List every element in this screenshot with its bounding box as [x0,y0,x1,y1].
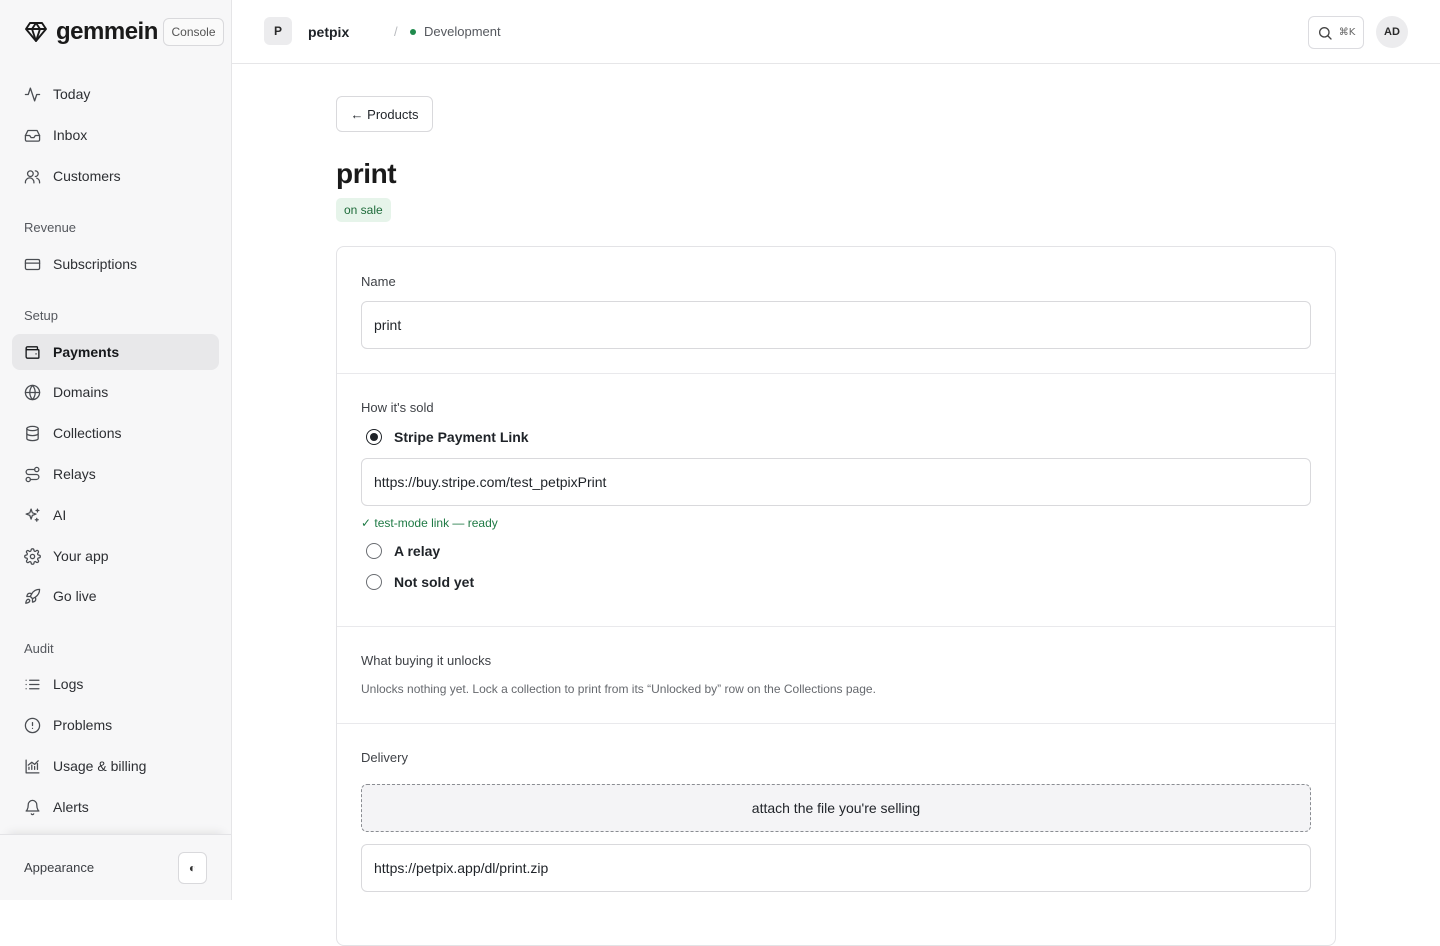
sidebar-item-alerts[interactable]: Alerts [12,789,219,825]
contrast-icon: ◐ [188,861,197,875]
wallet-icon [24,344,41,361]
name-label: Name [361,274,396,289]
search-icon [1318,26,1332,40]
sidebar-footer: Appearance ◐ [0,834,231,900]
sidebar-item-payments[interactable]: Payments [12,334,219,370]
sidebar-item-label: Customers [53,168,121,184]
sidebar-item-label: Collections [53,425,122,441]
search-button[interactable]: ⌘K [1308,16,1364,49]
breadcrumb-separator: / [394,24,398,39]
sidebar-item-label: Relays [53,466,96,482]
sidebar-item-label: Payments [53,344,120,360]
attach-file-dropzone[interactable]: attach the file you're selling [361,784,1311,832]
sidebar-item-usage-billing[interactable]: Usage & billing [12,748,219,784]
environment-status-dot [410,29,416,35]
list-icon [24,676,41,693]
rocket-icon [24,588,41,605]
download-url-input[interactable] [361,844,1311,892]
topbar: P petpix / Development ⌘K AD [232,0,1440,64]
link-status-text: ✓ test-mode link — ready [361,516,498,530]
option-relay[interactable]: A relay [366,543,440,559]
sidebar-item-label: Usage & billing [53,758,147,774]
bell-icon [24,799,41,816]
globe-icon [24,384,41,401]
option-label: Stripe Payment Link [394,429,529,445]
section-divider [337,626,1335,627]
sidebar-item-relays[interactable]: Relays [12,456,219,492]
option-stripe-payment-link[interactable]: Stripe Payment Link [366,429,529,445]
option-label: A relay [394,543,441,559]
route-icon [24,466,41,483]
user-avatar[interactable]: AD [1376,16,1408,48]
sidebar-item-your-app[interactable]: Your app [12,538,219,574]
gem-logo-icon [25,22,47,42]
brand-name: gemmein [56,18,158,45]
back-to-products-button[interactable]: ← Products [336,96,433,132]
sidebar-item-label: Subscriptions [53,256,138,272]
status-badge: on sale [336,198,391,222]
sidebar-item-go-live[interactable]: Go live [12,578,219,614]
sidebar-item-label: Today [53,86,91,102]
radio-unselected[interactable] [366,574,382,590]
section-label-revenue: Revenue [24,220,77,235]
radio-unselected[interactable] [366,543,382,559]
sidebar-item-label: Go live [53,588,97,604]
project-avatar[interactable]: P [264,17,292,45]
project-name[interactable]: petpix [308,24,349,40]
alert-circle-icon [24,717,41,734]
appearance-label: Appearance [24,860,95,875]
radio-selected[interactable] [366,429,382,445]
sidebar-item-collections[interactable]: Collections [12,415,219,451]
inbox-icon [24,127,41,144]
sidebar-item-label: Inbox [53,127,88,143]
sidebar-item-subscriptions[interactable]: Subscriptions [12,246,219,282]
page-title: print [336,158,397,189]
sidebar-item-label: Your app [53,548,109,564]
sidebar-item-customers[interactable]: Customers [12,158,219,194]
sidebar: gemmein Console Today Inbox Customers Re… [0,0,232,900]
name-input[interactable] [361,301,1311,349]
sidebar-item-label: Alerts [53,799,89,815]
users-icon [24,168,41,185]
option-label: Not sold yet [394,574,475,590]
sidebar-item-label: Problems [53,717,113,733]
search-shortcut: ⌘K [1338,27,1356,38]
sidebar-item-domains[interactable]: Domains [12,374,219,410]
stripe-link-input[interactable] [361,458,1311,506]
section-label-setup: Setup [24,308,58,323]
unlocks-label: What buying it unlocks [361,653,492,668]
section-divider [337,373,1335,374]
sidebar-item-label: AI [53,507,67,523]
database-icon [24,425,41,442]
option-not-sold-yet[interactable]: Not sold yet [366,574,474,590]
activity-icon [24,86,41,103]
credit-card-icon [24,256,41,273]
sidebar-item-inbox[interactable]: Inbox [12,117,219,153]
sparkles-icon [24,507,41,524]
section-label-audit: Audit [24,641,54,656]
brand[interactable]: gemmein [24,18,158,46]
unlocks-description: Unlocks nothing yet. Lock a collection t… [361,682,876,696]
sidebar-item-label: Domains [53,384,109,400]
product-form-card: Name How it's sold Stripe Payment Link ✓… [336,246,1336,946]
section-divider [337,723,1335,724]
sidebar-item-logs[interactable]: Logs [12,666,219,702]
environment-name[interactable]: Development [424,24,501,39]
sidebar-item-problems[interactable]: Problems [12,707,219,743]
sidebar-item-label: Logs [53,676,84,692]
sidebar-item-today[interactable]: Today [12,76,219,112]
delivery-label: Delivery [361,750,408,765]
theme-toggle-button[interactable]: ◐ [178,852,207,884]
gear-icon [24,547,41,565]
sidebar-item-ai[interactable]: AI [12,497,219,533]
console-badge[interactable]: Console [163,18,224,46]
how-sold-label: How it's sold [361,400,434,415]
chart-icon [24,758,41,775]
